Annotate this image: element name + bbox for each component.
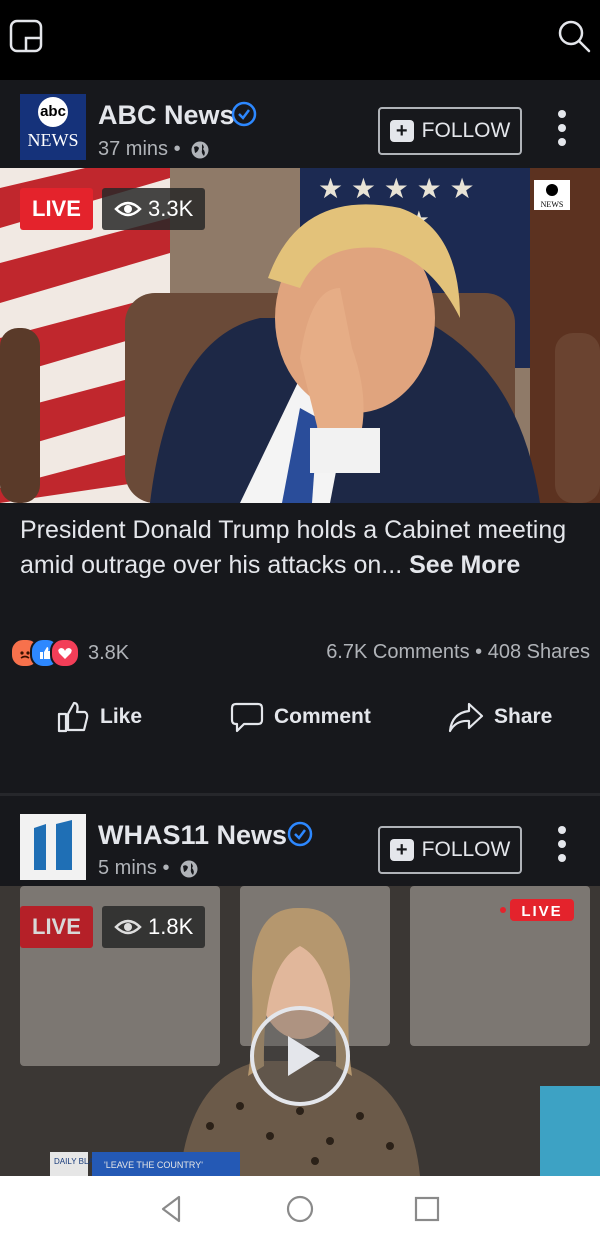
shares-count[interactable]: 408 Shares — [488, 641, 590, 663]
share-button[interactable]: Share — [448, 700, 552, 734]
post-meta: 37 mins • — [98, 138, 210, 161]
post-time: 37 mins — [98, 138, 169, 160]
verified-icon — [287, 821, 313, 847]
avatar[interactable] — [20, 814, 86, 880]
verified-icon — [231, 101, 257, 127]
avatar[interactable]: abc NEWS — [20, 94, 86, 160]
follow-label: FOLLOW — [421, 838, 511, 861]
follow-label: FOLLOW — [421, 119, 511, 142]
back-icon[interactable] — [157, 1194, 187, 1224]
viewer-count: 1.8K — [102, 906, 206, 948]
see-more-link[interactable]: See More — [409, 551, 520, 579]
system-navigation-bar — [0, 1176, 600, 1243]
more-icon[interactable] — [552, 824, 572, 864]
comment-button[interactable]: Comment — [230, 700, 371, 734]
comment-icon — [230, 702, 264, 733]
post-time: 5 mins — [98, 857, 157, 879]
video-live-tag: LIVE — [521, 903, 562, 920]
recents-icon[interactable] — [412, 1194, 442, 1224]
reaction-count: 3.8K — [88, 641, 130, 664]
like-icon — [57, 701, 89, 733]
ticker-right: 'LEAVE THE COUNTRY' — [104, 1160, 203, 1170]
eye-icon — [114, 919, 142, 935]
follow-plus-icon: + — [389, 839, 414, 861]
globe-icon — [180, 860, 198, 878]
avatar-news-text: NEWS — [27, 130, 79, 150]
live-badge: LIVE — [20, 906, 93, 948]
search-icon[interactable] — [556, 18, 592, 54]
picture-in-picture-icon[interactable] — [8, 18, 44, 54]
live-badge: LIVE — [20, 188, 93, 230]
share-icon — [448, 702, 484, 733]
live-video[interactable]: LIVE DAILY BLAST 'LEAVE THE COUNTRY' LIV… — [0, 886, 600, 1176]
post-actions: Like Comment Share — [0, 700, 600, 750]
whas11-logo — [34, 820, 72, 870]
like-label: Like — [100, 705, 143, 728]
engagement-counts: 6.7K Comments • 408 Shares — [326, 641, 590, 663]
follow-button[interactable]: + FOLLOW — [378, 107, 522, 155]
viewer-count-value: 1.8K — [148, 914, 194, 939]
more-icon[interactable] — [552, 108, 572, 148]
follow-plus-icon: + — [389, 120, 414, 142]
top-bar — [0, 0, 600, 80]
follow-button[interactable]: + FOLLOW — [378, 826, 522, 874]
post-meta: 5 mins • — [98, 857, 199, 880]
viewer-count: 3.3K — [102, 188, 206, 230]
home-icon[interactable] — [285, 1194, 315, 1224]
post-caption[interactable]: President Donald Trump holds a Cabinet m… — [20, 513, 585, 583]
video-logo-text: NEWS — [541, 200, 564, 209]
page-name[interactable]: ABC News — [98, 100, 235, 131]
comment-label: Comment — [274, 705, 371, 728]
live-video[interactable]: ★ ★ ★ ★ ★ ★ ★ NEWS LIVE — [0, 168, 600, 503]
svg-text:★ ★ ★ ★ ★: ★ ★ ★ ★ ★ — [318, 173, 475, 204]
comments-count[interactable]: 6.7K Comments — [326, 641, 469, 663]
eye-icon — [114, 201, 142, 217]
abc-logo: abc — [38, 97, 68, 127]
post-abc-news: abc NEWS ABC News 37 mins • + FOLLOW ★ ★… — [0, 80, 600, 793]
page-name[interactable]: WHAS11 News — [98, 820, 287, 851]
post-whas11-news: WHAS11 News 5 mins • + FOLLOW LIVE DAILY… — [0, 796, 600, 1176]
reaction-icons — [10, 638, 80, 668]
share-label: Share — [494, 705, 553, 728]
viewer-count-value: 3.3K — [148, 196, 194, 221]
globe-icon — [191, 141, 209, 159]
like-button[interactable]: Like — [56, 700, 142, 734]
reactions-summary[interactable]: 3.8K — [10, 638, 129, 668]
love-reaction-icon — [50, 638, 80, 668]
